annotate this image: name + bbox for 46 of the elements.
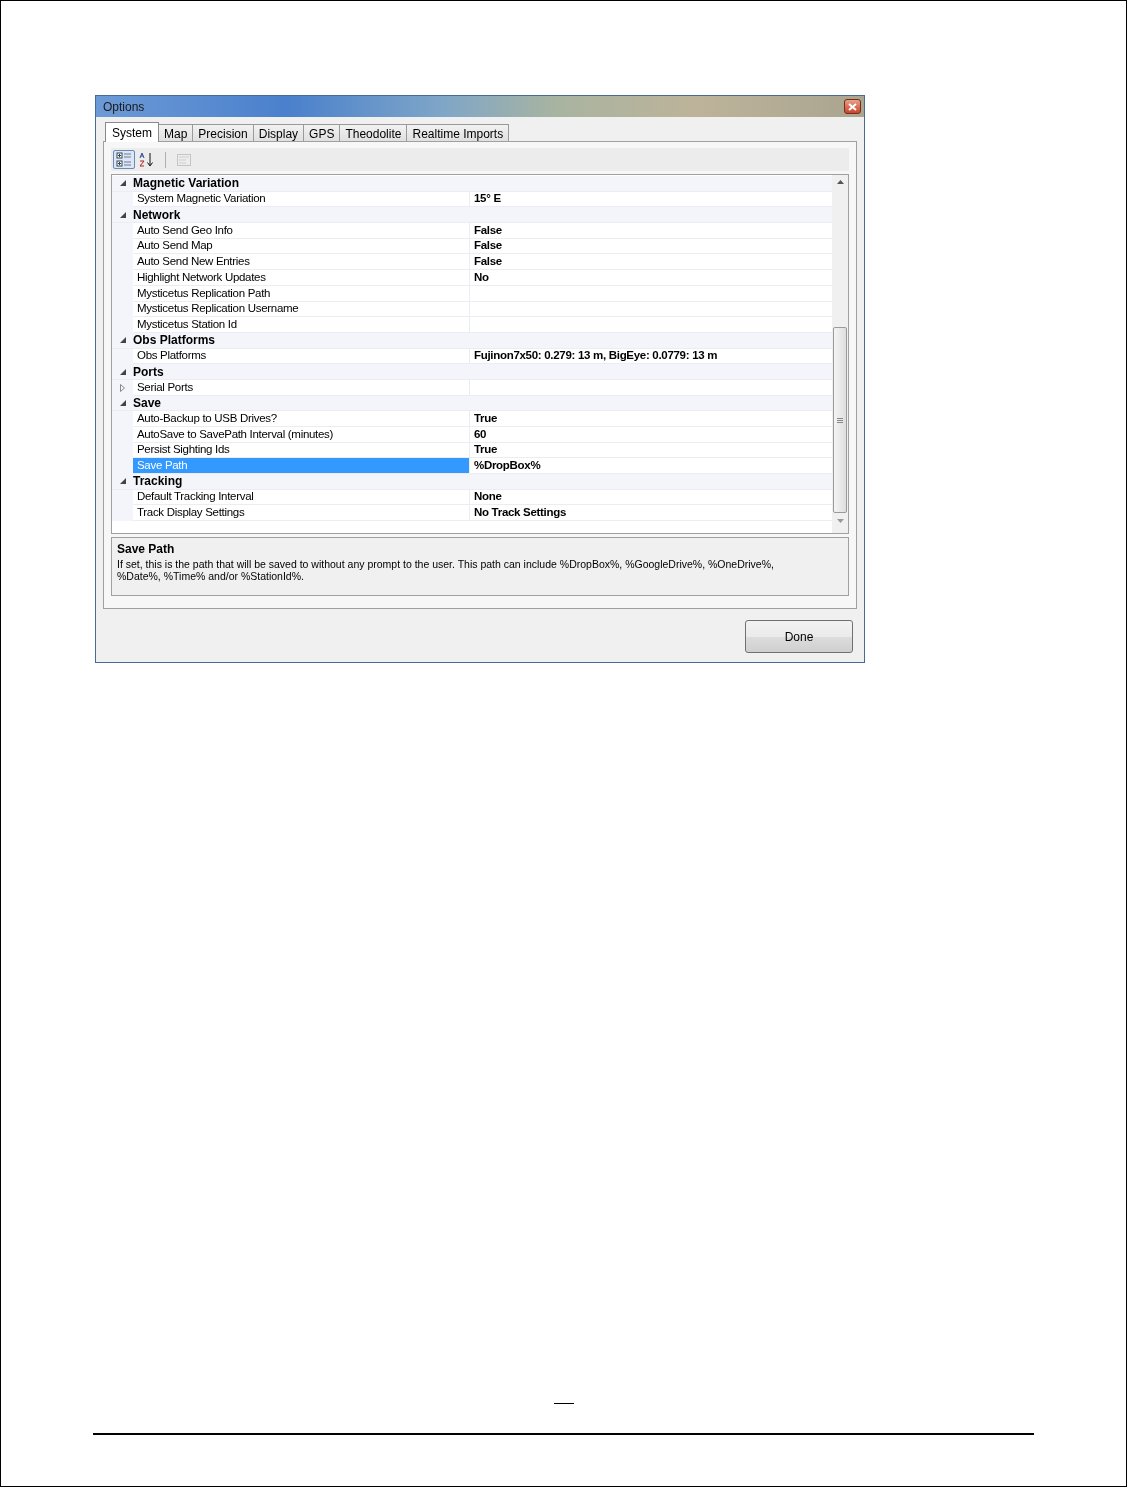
category-header: Save <box>133 394 162 412</box>
tab[interactable]: System <box>105 122 159 142</box>
categorized-view-button[interactable] <box>113 150 135 169</box>
property-name[interactable]: Track Display Settings <box>133 505 470 522</box>
tab[interactable]: Theodolite <box>339 124 408 141</box>
property-name[interactable]: Auto Send New Entries <box>133 254 470 271</box>
expand-triangle-icon[interactable] <box>120 383 125 392</box>
close-icon <box>848 102 857 111</box>
property-value[interactable]: %DropBox% <box>470 458 832 475</box>
property-value[interactable]: False <box>470 254 832 271</box>
collapse-triangle-icon[interactable] <box>119 337 126 344</box>
property-value[interactable]: No Track Settings <box>470 505 832 522</box>
description-text: If set, this is the path that will be saved to without any prompt to the user. This path can include %DropBox%, %GoogleDrive%, %OneDrive%, %Date%, %Time% and/or %StationId%. <box>117 558 775 582</box>
scrollbar[interactable] <box>832 175 848 533</box>
property-value[interactable]: False <box>470 223 832 239</box>
category-header: Obs Platforms <box>133 332 216 350</box>
done-button[interactable]: Done <box>745 620 853 653</box>
categorized-icon <box>116 152 132 167</box>
category-header: Tracking <box>133 473 183 491</box>
grip-icon <box>837 417 843 423</box>
tab[interactable]: Precision <box>192 124 254 141</box>
scrollbar-thumb[interactable] <box>833 327 847 513</box>
property-value[interactable]: 60 <box>470 427 832 443</box>
property-name[interactable]: Auto Send Geo Info <box>133 223 470 239</box>
category-header: Ports <box>133 363 164 381</box>
category-header: Magnetic Variation <box>133 175 240 193</box>
collapse-triangle-icon[interactable] <box>119 211 126 218</box>
property-name[interactable]: Highlight Network Updates <box>133 270 470 286</box>
window-title: Options <box>103 98 145 116</box>
property-name[interactable]: Auto-Backup to USB Drives? <box>133 411 470 427</box>
tab[interactable]: GPS <box>303 124 341 141</box>
collapse-triangle-icon[interactable] <box>119 478 126 485</box>
collapse-triangle-icon[interactable] <box>119 180 126 187</box>
collapse-triangle-icon[interactable] <box>119 399 126 406</box>
collapse-triangle-icon[interactable] <box>119 368 126 375</box>
property-name[interactable]: AutoSave to SavePath Interval (minutes) <box>133 427 470 443</box>
scroll-up-arrow-icon[interactable] <box>836 180 844 184</box>
category-header: Network <box>133 206 181 224</box>
property-name[interactable]: Mysticetus Station Id <box>133 317 470 333</box>
property-value[interactable]: True <box>470 411 832 427</box>
property-value[interactable]: No <box>470 270 832 286</box>
close-button[interactable] <box>844 99 861 114</box>
tab[interactable]: Display <box>252 124 305 141</box>
description-title: Save Path <box>117 541 176 558</box>
alphabetical-icon <box>139 152 155 167</box>
tab[interactable]: Realtime Imports <box>406 124 510 141</box>
